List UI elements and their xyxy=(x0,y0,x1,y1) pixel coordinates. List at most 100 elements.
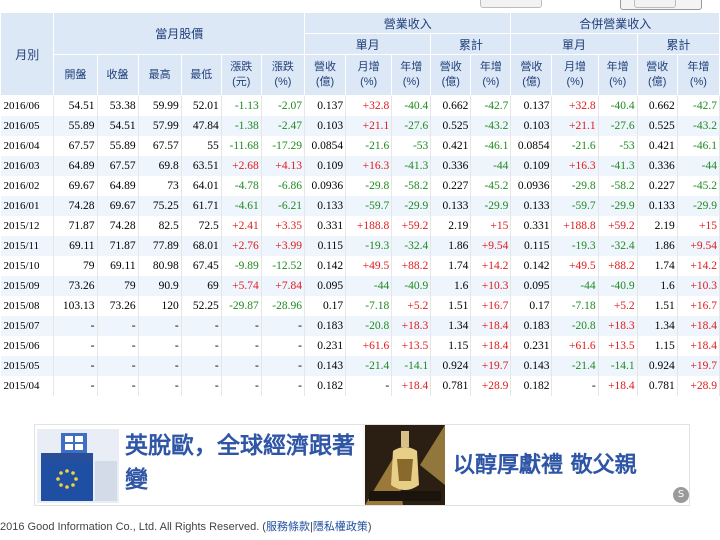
cell-open: 69.11 xyxy=(53,236,98,256)
period-select-value xyxy=(634,0,676,8)
cell-high: 57.99 xyxy=(138,116,182,136)
cell-low: - xyxy=(181,376,222,396)
cell-c-yoy: -40.9 xyxy=(598,276,638,296)
cell-c-rev: 0.331 xyxy=(510,216,553,236)
single-col-header-1: 月增 (%) xyxy=(345,54,393,96)
cell-c-cum-rev: 1.15 xyxy=(637,336,678,356)
cell-chg-pct: -6.21 xyxy=(261,196,306,216)
cell-chg-pct: -28.96 xyxy=(261,296,306,316)
cell-chg: -9.89 xyxy=(221,256,262,276)
cell-c-mom: - xyxy=(551,376,599,396)
ad-brexit[interactable]: 英脫歐，全球經濟跟著變 xyxy=(35,425,363,505)
cell-high: 75.25 xyxy=(138,196,182,216)
cell-low: 52.01 xyxy=(181,95,222,116)
cell-c-rev: 0.109 xyxy=(510,156,553,176)
ad-gift-headline[interactable]: 以醇厚獻禮 敬父親 xyxy=(453,447,637,479)
cell-cum-yoy: -42.7 xyxy=(470,95,512,116)
cell-close: 71.87 xyxy=(97,236,139,256)
stock-col-header-3: 最低 xyxy=(180,54,222,96)
cell-c-cum-rev: 0.781 xyxy=(637,376,678,396)
month-cell: 2016/02 xyxy=(0,176,55,196)
cell-c-mom: -7.18 xyxy=(551,296,599,316)
cell-cum-rev: 0.781 xyxy=(430,376,472,396)
cell-c-cum-yoy: +16.7 xyxy=(677,296,720,316)
ad-brexit-headline[interactable]: 英脫歐，全球經濟跟著變 xyxy=(125,429,360,497)
stock-col-header-4: 漲跌 (元) xyxy=(220,54,262,96)
cell-close: 73.26 xyxy=(97,296,139,316)
cell-mom: +32.8 xyxy=(345,95,393,116)
footer-close-paren: ) xyxy=(367,521,372,533)
cell-c-mom: +21.1 xyxy=(551,116,599,136)
table-row: 2015/07- - - - - -0.183 -20.8 +18.3 1.34 +18.4 0.1… xyxy=(0,316,720,336)
advertisement-banner[interactable]: 英脫歐，全球經濟跟著變 以醇厚獻禮 敬父親 S xyxy=(34,424,690,506)
cell-mom: +188.8 xyxy=(345,216,393,236)
cell-cum-rev: 0.421 xyxy=(430,136,472,156)
cell-yoy: -27.6 xyxy=(391,116,432,136)
table-row: 2016/02 69.67 64.89 73 64.01 -4.78 -6.86 0.0936… xyxy=(0,176,720,196)
cell-close: 69.67 xyxy=(97,196,139,216)
cell-chg: - xyxy=(221,316,262,336)
cell-chg-pct: +3.99 xyxy=(261,236,306,256)
cell-low: 52.25 xyxy=(181,296,222,316)
cell-chg: +2.76 xyxy=(221,236,262,256)
cell-c-cum-yoy: +10.3 xyxy=(677,276,720,296)
cell-cum-yoy: -29.9 xyxy=(470,196,512,216)
cell-high: 120 xyxy=(138,296,182,316)
cell-c-yoy: -53 xyxy=(598,136,638,156)
table-row: 2015/11 69.11 71.87 77.89 68.01 +2.76 +3.99 0.1… xyxy=(0,236,720,256)
cell-c-yoy: -58.2 xyxy=(598,176,638,196)
cell-cum-rev: 1.6 xyxy=(430,276,472,296)
consolidated-single-col-header-1: 月增 (%) xyxy=(551,54,599,96)
cell-cum-yoy: +14.2 xyxy=(470,256,512,276)
cell-c-mom: -44 xyxy=(551,276,599,296)
month-cell: 2015/09 xyxy=(0,276,55,296)
table-row: 2016/06 54.51 53.38 59.99 52.01 -1.13 -2.07 0.1… xyxy=(0,95,720,116)
cell-c-cum-yoy: -29.9 xyxy=(677,196,720,216)
liquor-bottle-image xyxy=(365,425,445,505)
month-cell: 2016/01 xyxy=(0,196,55,216)
month-cell: 2016/03 xyxy=(0,156,55,176)
ad-gift[interactable]: 以醇厚獻禮 敬父親 xyxy=(365,425,689,505)
cell-close: - xyxy=(97,336,139,356)
cell-c-cum-rev: 0.133 xyxy=(637,196,678,216)
toolbar-button[interactable] xyxy=(480,0,542,8)
cell-mom: -44 xyxy=(345,276,393,296)
cell-open: 69.67 xyxy=(53,176,98,196)
cell-mom: +21.1 xyxy=(345,116,393,136)
cell-rev: 0.183 xyxy=(304,316,347,336)
cell-chg: -29.87 xyxy=(221,296,262,316)
cell-c-yoy: +13.5 xyxy=(598,336,638,356)
close-icon[interactable]: S xyxy=(673,487,689,503)
cumulative-col-header-0: 營收 (億) xyxy=(430,54,472,96)
stock-col-header-5: 漲跌 (%) xyxy=(260,54,306,96)
month-cell: 2016/06 xyxy=(0,95,55,116)
cell-high: - xyxy=(138,356,182,376)
cell-c-cum-yoy: +9.54 xyxy=(677,236,720,256)
cell-rev: 0.103 xyxy=(304,116,347,136)
month-cell: 2015/11 xyxy=(0,236,55,256)
cumulative-col-header-1: 年增 (%) xyxy=(470,54,512,96)
cell-rev: 0.133 xyxy=(304,196,347,216)
cell-chg-pct: - xyxy=(261,356,306,376)
cell-open: - xyxy=(53,376,98,396)
cell-chg: -1.13 xyxy=(221,95,262,116)
table-row: 2015/09 73.26 79 90.9 69 +5.74 +7.84 0.095 -44 -4… xyxy=(0,276,720,296)
cell-c-cum-rev: 0.662 xyxy=(637,95,678,116)
terms-link[interactable]: 服務條款 xyxy=(266,521,310,533)
cell-chg: +2.41 xyxy=(221,216,262,236)
cell-rev: 0.142 xyxy=(304,256,347,276)
cell-yoy: +5.2 xyxy=(391,296,432,316)
privacy-link[interactable]: 隱私權政策 xyxy=(313,521,368,533)
cell-c-cum-yoy: -46.1 xyxy=(677,136,720,156)
month-cell: 2015/05 xyxy=(0,356,55,376)
month-cell: 2015/10 xyxy=(0,256,55,276)
cell-high: 67.57 xyxy=(138,136,182,156)
table-row: 2016/01 74.28 69.67 75.25 61.71 -4.61 -6.21 0.1… xyxy=(0,196,720,216)
cell-high: 77.89 xyxy=(138,236,182,256)
cell-open: 74.28 xyxy=(53,196,98,216)
cell-low: 47.84 xyxy=(181,116,222,136)
cell-yoy: -58.2 xyxy=(391,176,432,196)
cell-c-cum-yoy: +14.2 xyxy=(677,256,720,276)
cell-cum-rev: 1.74 xyxy=(430,256,472,276)
cell-c-cum-rev: 1.74 xyxy=(637,256,678,276)
